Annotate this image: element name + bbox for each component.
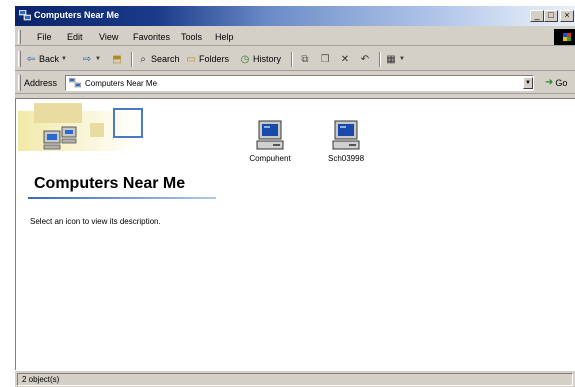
back-label: Back (39, 54, 60, 64)
address-label: Address (24, 78, 58, 88)
menu-favorites[interactable]: Favorites (133, 32, 170, 42)
menu-tools[interactable]: Tools (181, 32, 202, 42)
back-dropdown-icon[interactable]: ▼ (61, 56, 67, 62)
standard-toolbar: ⇦ Back ▼ ⇨ ▼ ⬒ ⌕ Search ▭ Folders ◷ Hist… (15, 47, 575, 71)
history-label: History (253, 54, 282, 64)
go-button[interactable]: ➜ Go (545, 77, 567, 88)
panel-divider (28, 197, 216, 199)
undo-button[interactable]: ↶ (359, 52, 371, 66)
status-pane: 2 object(s) (17, 373, 573, 386)
forward-dropdown-icon[interactable]: ▼ (95, 56, 101, 62)
windows-logo-icon (554, 29, 575, 45)
folders-label: Folders (199, 54, 230, 64)
history-icon: ◷ (240, 53, 250, 65)
menu-bar-grip[interactable] (18, 30, 21, 44)
panel-title: Computers Near Me (34, 175, 186, 192)
address-dropdown-icon[interactable]: ▼ (523, 77, 533, 89)
menu-view[interactable]: View (99, 32, 118, 42)
toolbar-grip[interactable] (18, 51, 21, 67)
copy-to-icon: ❐ (320, 53, 330, 65)
views-icon: ▦ (386, 53, 396, 65)
move-to-button[interactable]: ⧉ (299, 52, 311, 66)
go-arrow-icon: ➜ (545, 77, 554, 88)
computer-icon (256, 120, 284, 150)
title-bar[interactable]: Computers Near Me _ □ × (15, 6, 575, 26)
computer-item-label: Compuhent (249, 154, 291, 163)
address-value: Computers Near Me (85, 79, 158, 88)
menu-bar: File Edit View Favorites Tools Help (15, 28, 575, 46)
back-button[interactable]: ⇦ Back ▼ (25, 52, 67, 66)
window-title: Computers Near Me (34, 10, 120, 20)
history-button[interactable]: ◷ History (239, 52, 281, 66)
folder-view[interactable]: Computers Near Me Select an icon to view… (15, 98, 575, 370)
up-button[interactable]: ⬒ (111, 52, 123, 66)
forward-arrow-icon: ⇨ (82, 53, 92, 65)
search-icon: ⌕ (140, 53, 146, 65)
toolbar-separator (379, 52, 381, 67)
move-to-icon: ⧉ (301, 53, 309, 65)
computer-item-label: Sch03998 (327, 154, 365, 163)
menu-help[interactable]: Help (215, 32, 234, 42)
computer-item[interactable]: Sch03998 (316, 119, 376, 163)
search-label: Search (151, 54, 180, 64)
forward-button[interactable]: ⇨ ▼ (81, 52, 101, 66)
close-button[interactable]: × (560, 10, 574, 22)
up-folder-icon: ⬒ (112, 53, 122, 65)
minimize-button[interactable]: _ (530, 10, 544, 22)
status-bar: 2 object(s) (15, 370, 575, 387)
search-button[interactable]: ⌕ Search (137, 52, 180, 66)
views-dropdown-icon[interactable]: ▼ (399, 56, 405, 62)
menu-file[interactable]: File (37, 32, 52, 42)
address-bar-grip[interactable] (18, 75, 21, 91)
back-arrow-icon: ⇦ (26, 53, 36, 65)
explorer-window: Computers Near Me _ □ × File Edit View F… (14, 6, 575, 387)
folders-button[interactable]: ▭ Folders (185, 52, 229, 66)
status-text: 2 object(s) (22, 375, 60, 384)
views-button[interactable]: ▦ ▼ (385, 52, 405, 66)
folders-icon: ▭ (186, 53, 196, 65)
undo-icon: ↶ (360, 53, 370, 65)
address-bar: Address Computers Near Me ▼ ➜ Go (15, 72, 575, 94)
toolbar-separator (131, 52, 133, 67)
panel-description: Select an icon to view its description. (30, 217, 161, 226)
address-input[interactable]: Computers Near Me (65, 75, 534, 91)
network-computers-icon (69, 78, 81, 88)
network-computers-icon (19, 10, 31, 21)
go-label: Go (555, 77, 568, 88)
menu-edit[interactable]: Edit (67, 32, 83, 42)
computer-icon (332, 120, 360, 150)
maximize-button[interactable]: □ (544, 10, 558, 22)
delete-icon: ✕ (340, 53, 350, 65)
copy-to-button[interactable]: ❐ (319, 52, 331, 66)
network-computers-banner-icon (18, 103, 143, 151)
computer-item[interactable]: Compuhent (240, 119, 300, 163)
delete-button[interactable]: ✕ (339, 52, 351, 66)
toolbar-separator (291, 52, 293, 67)
